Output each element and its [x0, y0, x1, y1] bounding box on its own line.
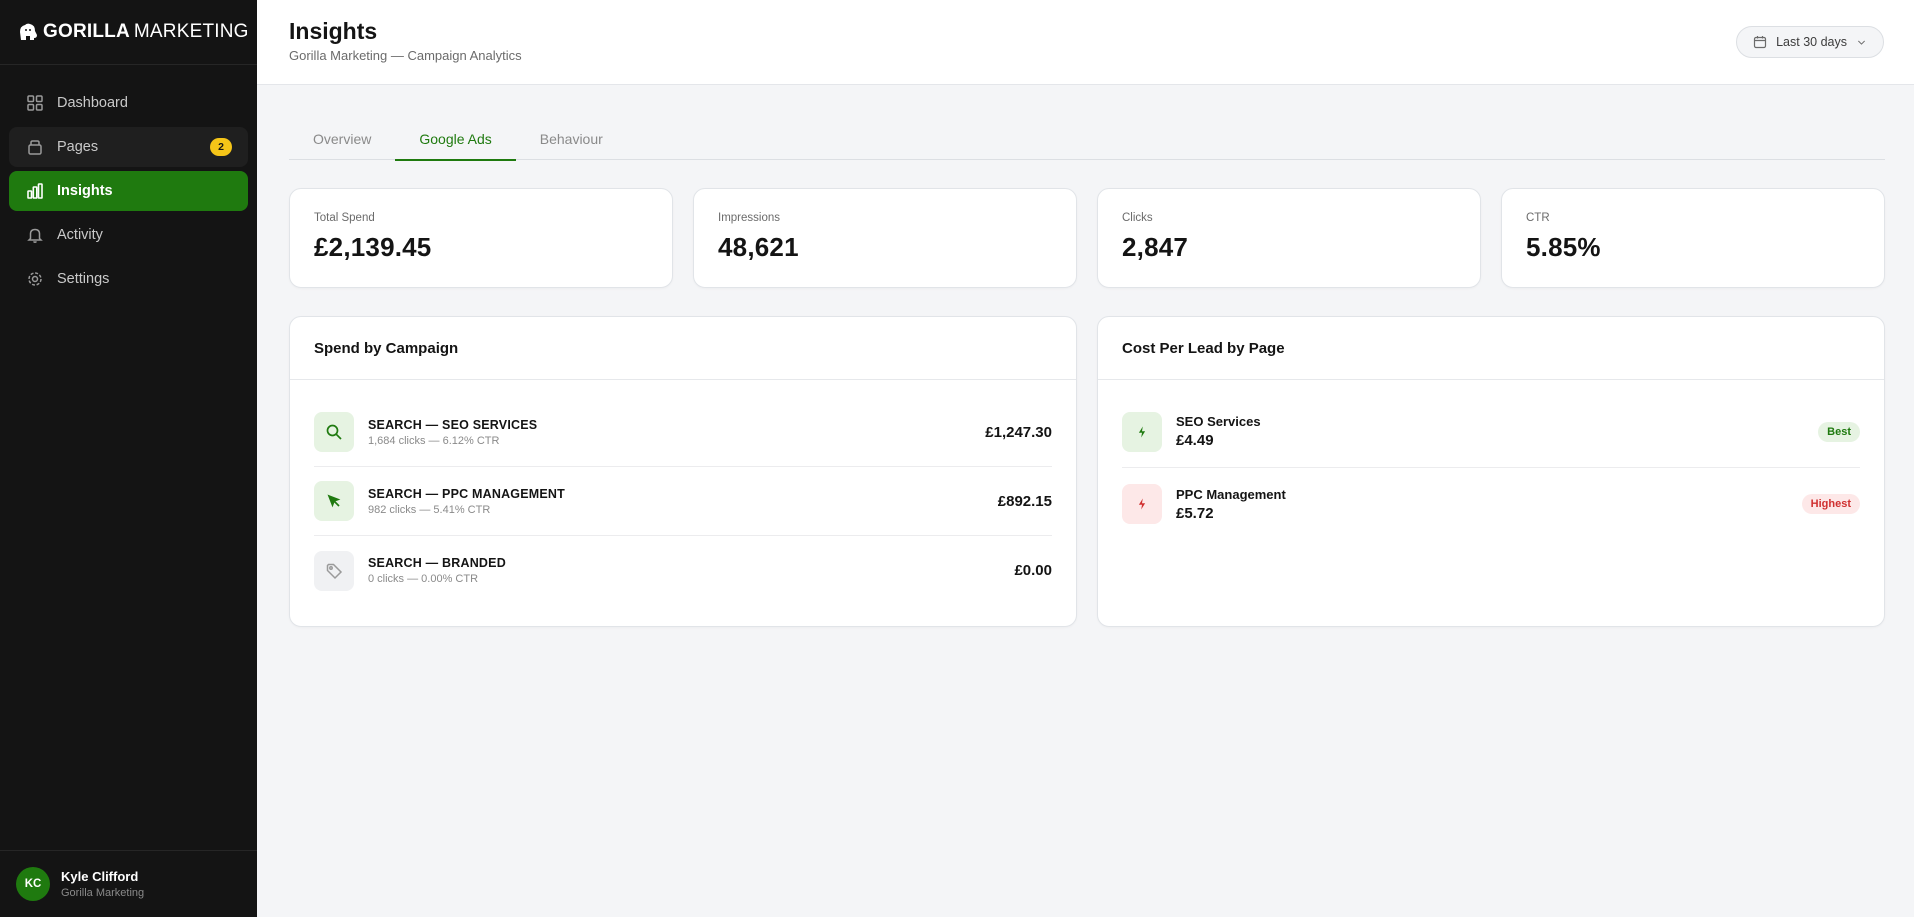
campaign-amount: £1,247.30 — [985, 423, 1052, 441]
user-org: Gorilla Marketing — [61, 887, 145, 899]
search-icon — [326, 424, 342, 440]
stat-card-clicks: Clicks 2,847 — [1097, 188, 1481, 288]
campaign-icon-box — [314, 481, 354, 521]
brand-name-light: MARKETING — [133, 21, 249, 42]
sidebar-item-activity[interactable]: Activity — [9, 215, 248, 255]
cursor-icon — [327, 494, 341, 508]
campaign-name: SEARCH — PPC MANAGEMENT — [368, 486, 565, 501]
user-profile[interactable]: KC Kyle Clifford Gorilla Marketing — [0, 850, 257, 917]
stat-value: 48,621 — [718, 232, 799, 262]
sidebar-item-label: Settings — [57, 271, 110, 287]
layers-icon — [28, 140, 42, 155]
campaign-amount: £0.00 — [1014, 562, 1052, 579]
sidebar-item-settings[interactable]: Settings — [9, 259, 248, 299]
sidebar-item-label: Insights — [57, 183, 113, 199]
stat-value: £2,139.45 — [314, 232, 432, 262]
page-header: Insights Gorilla Marketing — Campaign An… — [257, 0, 1914, 85]
status-badge: Highest — [1801, 494, 1860, 514]
campaign-row[interactable]: SEARCH — SEO SERVICES 1,684 clicks — 6.1… — [314, 398, 1052, 467]
tab-behaviour[interactable]: Behaviour — [516, 117, 627, 160]
panel-title: Spend by Campaign — [290, 317, 1076, 380]
sidebar-item-label: Pages — [57, 139, 99, 155]
date-range-label: Last 30 days — [1776, 35, 1847, 49]
chevron-down-icon — [1857, 40, 1866, 45]
campaign-amount: £892.15 — [997, 492, 1052, 510]
brand-name-bold: GORILLA — [43, 21, 130, 42]
sidebar-nav: Dashboard Pages 2 Insights Activity Sett… — [0, 65, 257, 299]
campaign-meta: 1,684 clicks — 6.12% CTR — [368, 434, 500, 447]
stat-value: 2,847 — [1122, 232, 1189, 262]
stat-label: Impressions — [718, 212, 780, 224]
status-badge: Best — [1818, 421, 1860, 442]
gear-icon — [28, 272, 42, 286]
lead-icon-box — [1122, 484, 1162, 524]
grid-icon — [27, 95, 43, 111]
pages-count-badge: 2 — [210, 138, 232, 156]
tag-icon — [326, 563, 343, 579]
campaign-icon-box — [314, 550, 354, 591]
bolt-icon — [1138, 426, 1146, 437]
stat-value: 5.85% — [1526, 232, 1601, 262]
stat-label: CTR — [1526, 212, 1550, 224]
sidebar-item-label: Dashboard — [57, 95, 128, 111]
campaign-row[interactable]: SEARCH — BRANDED 0 clicks — 0.00% CTR £0… — [314, 536, 1052, 605]
brand: GORILLA MARKETING — [0, 0, 257, 65]
lead-cost: £4.49 — [1176, 432, 1214, 449]
tab-bar: Overview Google Ads Behaviour — [289, 117, 1885, 161]
sidebar-item-label: Activity — [57, 227, 103, 243]
lead-row[interactable]: SEO Services £4.49 Best — [1122, 396, 1860, 468]
stat-card-ctr: CTR 5.85% — [1501, 188, 1885, 288]
cost-per-lead-panel: Cost Per Lead by Page SEO Services £4.49… — [1097, 316, 1885, 627]
stat-label: Clicks — [1122, 212, 1153, 224]
lead-page-name: PPC Management — [1176, 486, 1286, 502]
sidebar-item-pages[interactable]: Pages 2 — [9, 127, 248, 167]
sidebar-item-insights[interactable]: Insights — [9, 171, 248, 211]
bolt-icon — [1138, 498, 1146, 510]
brand-logo[interactable]: GORILLA MARKETING — [17, 21, 249, 43]
sidebar-item-dashboard[interactable]: Dashboard — [9, 83, 248, 123]
campaign-name: SEARCH — BRANDED — [368, 556, 506, 570]
campaign-name: SEARCH — SEO SERVICES — [368, 417, 538, 432]
stat-card-impressions: Impressions 48,621 — [693, 188, 1077, 288]
campaign-meta: 982 clicks — 5.41% CTR — [368, 503, 491, 516]
lead-cost: £5.72 — [1176, 504, 1214, 522]
lead-page-name: SEO Services — [1176, 414, 1261, 429]
avatar: KC — [16, 867, 50, 901]
tab-google-ads[interactable]: Google Ads — [395, 117, 517, 161]
user-name: Kyle Clifford — [61, 869, 139, 884]
calendar-icon — [1754, 36, 1767, 49]
campaign-icon-box — [314, 412, 354, 452]
campaign-row[interactable]: SEARCH — PPC MANAGEMENT 982 clicks — 5.4… — [314, 467, 1052, 536]
bell-icon — [27, 228, 43, 243]
stat-label: Total Spend — [314, 212, 375, 224]
lead-icon-box — [1122, 411, 1162, 452]
campaign-meta: 0 clicks — 0.00% CTR — [368, 573, 479, 585]
gorilla-logo-icon — [20, 23, 37, 40]
lead-row[interactable]: PPC Management £5.72 Highest — [1122, 468, 1860, 540]
sidebar: GORILLA MARKETING Dashboard Pages 2 Insig… — [0, 0, 257, 917]
page-subtitle: Gorilla Marketing — Campaign Analytics — [289, 48, 522, 63]
stat-card-total-spend: Total Spend £2,139.45 — [289, 188, 673, 288]
panel-title: Cost Per Lead by Page — [1098, 317, 1884, 380]
date-range-select[interactable]: Last 30 days — [1736, 26, 1884, 58]
bar-chart-icon — [27, 183, 43, 199]
spend-by-campaign-panel: Spend by Campaign SEARCH — SEO SERVICES … — [289, 316, 1077, 627]
tab-overview[interactable]: Overview — [289, 117, 395, 160]
page-title: Insights — [289, 18, 378, 44]
